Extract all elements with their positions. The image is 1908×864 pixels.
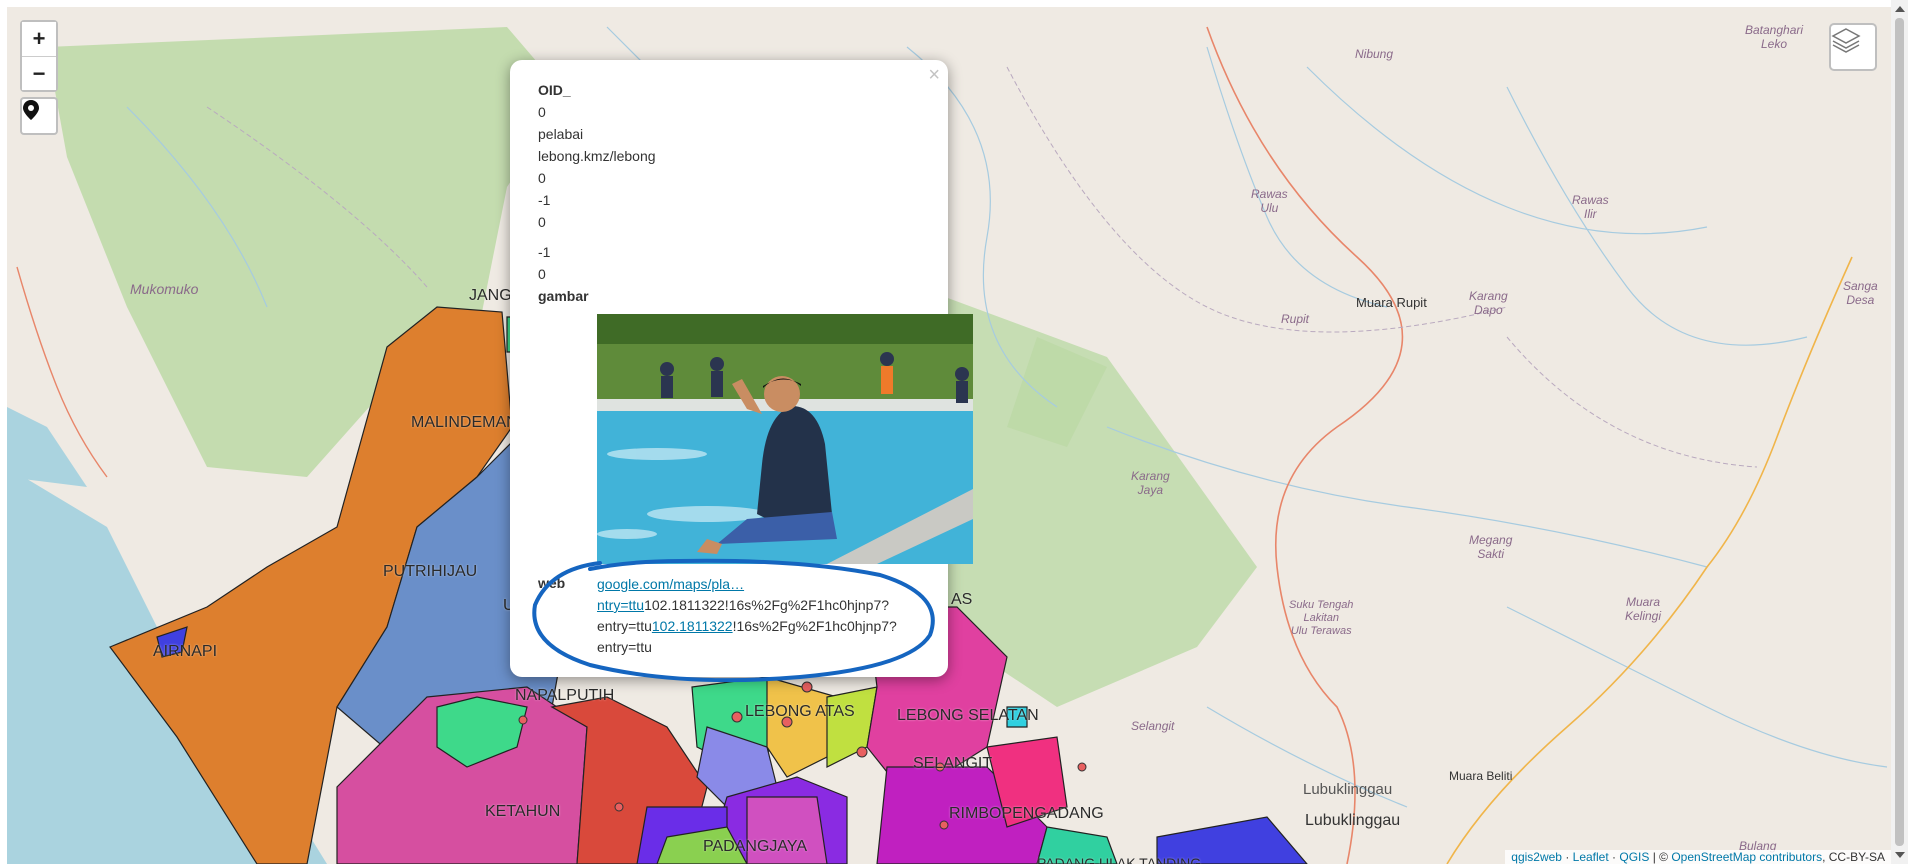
map-attribution: qgis2web · Leaflet · QGIS | © OpenStreet… xyxy=(1505,850,1891,864)
scrollbar-thumb[interactable] xyxy=(1895,18,1904,846)
zoom-in-button[interactable]: + xyxy=(22,22,56,56)
layers-control-button[interactable] xyxy=(1829,23,1877,71)
page-scrollbar[interactable] xyxy=(1891,0,1908,864)
qgis-link[interactable]: QGIS xyxy=(1619,850,1649,864)
attribution-sep: | © xyxy=(1649,850,1672,864)
attribution-sep: · xyxy=(1608,850,1620,864)
popup-key-gambar: gambar xyxy=(538,288,589,304)
attribution-license: , CC-BY-SA xyxy=(1822,850,1885,864)
annotation-circle xyxy=(532,558,935,683)
locate-button[interactable] xyxy=(20,97,58,135)
qgis2web-link[interactable]: qgis2web xyxy=(1511,850,1562,864)
popup-value: 0 xyxy=(538,214,546,230)
leaflet-link[interactable]: Leaflet xyxy=(1573,850,1609,864)
zoom-out-button[interactable]: − xyxy=(22,56,56,90)
osm-link[interactable]: OpenStreetMap contributors xyxy=(1671,850,1822,864)
popup-value: 0 xyxy=(538,266,546,282)
layers-icon xyxy=(1831,28,1861,53)
popup-value: lebong.kmz/lebong xyxy=(538,148,656,164)
zoom-control: + − xyxy=(20,20,58,92)
popup-value: pelabai xyxy=(538,126,584,142)
popup-value: 0 xyxy=(538,104,546,120)
popup-value: 0 xyxy=(538,170,546,186)
map-pin-icon xyxy=(23,100,39,120)
popup-attribute-table: OID_ 0 pelabai lebong.kmz/lebong 0 -1 0 … xyxy=(534,80,660,308)
scroll-down-arrow-icon[interactable] xyxy=(1895,852,1905,858)
popup-close-button[interactable]: × xyxy=(928,64,940,87)
attribution-sep: · xyxy=(1561,850,1573,864)
photo-image xyxy=(597,314,973,564)
popup-key-oid: OID_ xyxy=(538,82,571,98)
scroll-up-arrow-icon[interactable] xyxy=(1895,6,1905,12)
popup-value: -1 xyxy=(538,244,551,260)
popup-value: -1 xyxy=(538,192,551,208)
popup-photo xyxy=(597,314,973,564)
